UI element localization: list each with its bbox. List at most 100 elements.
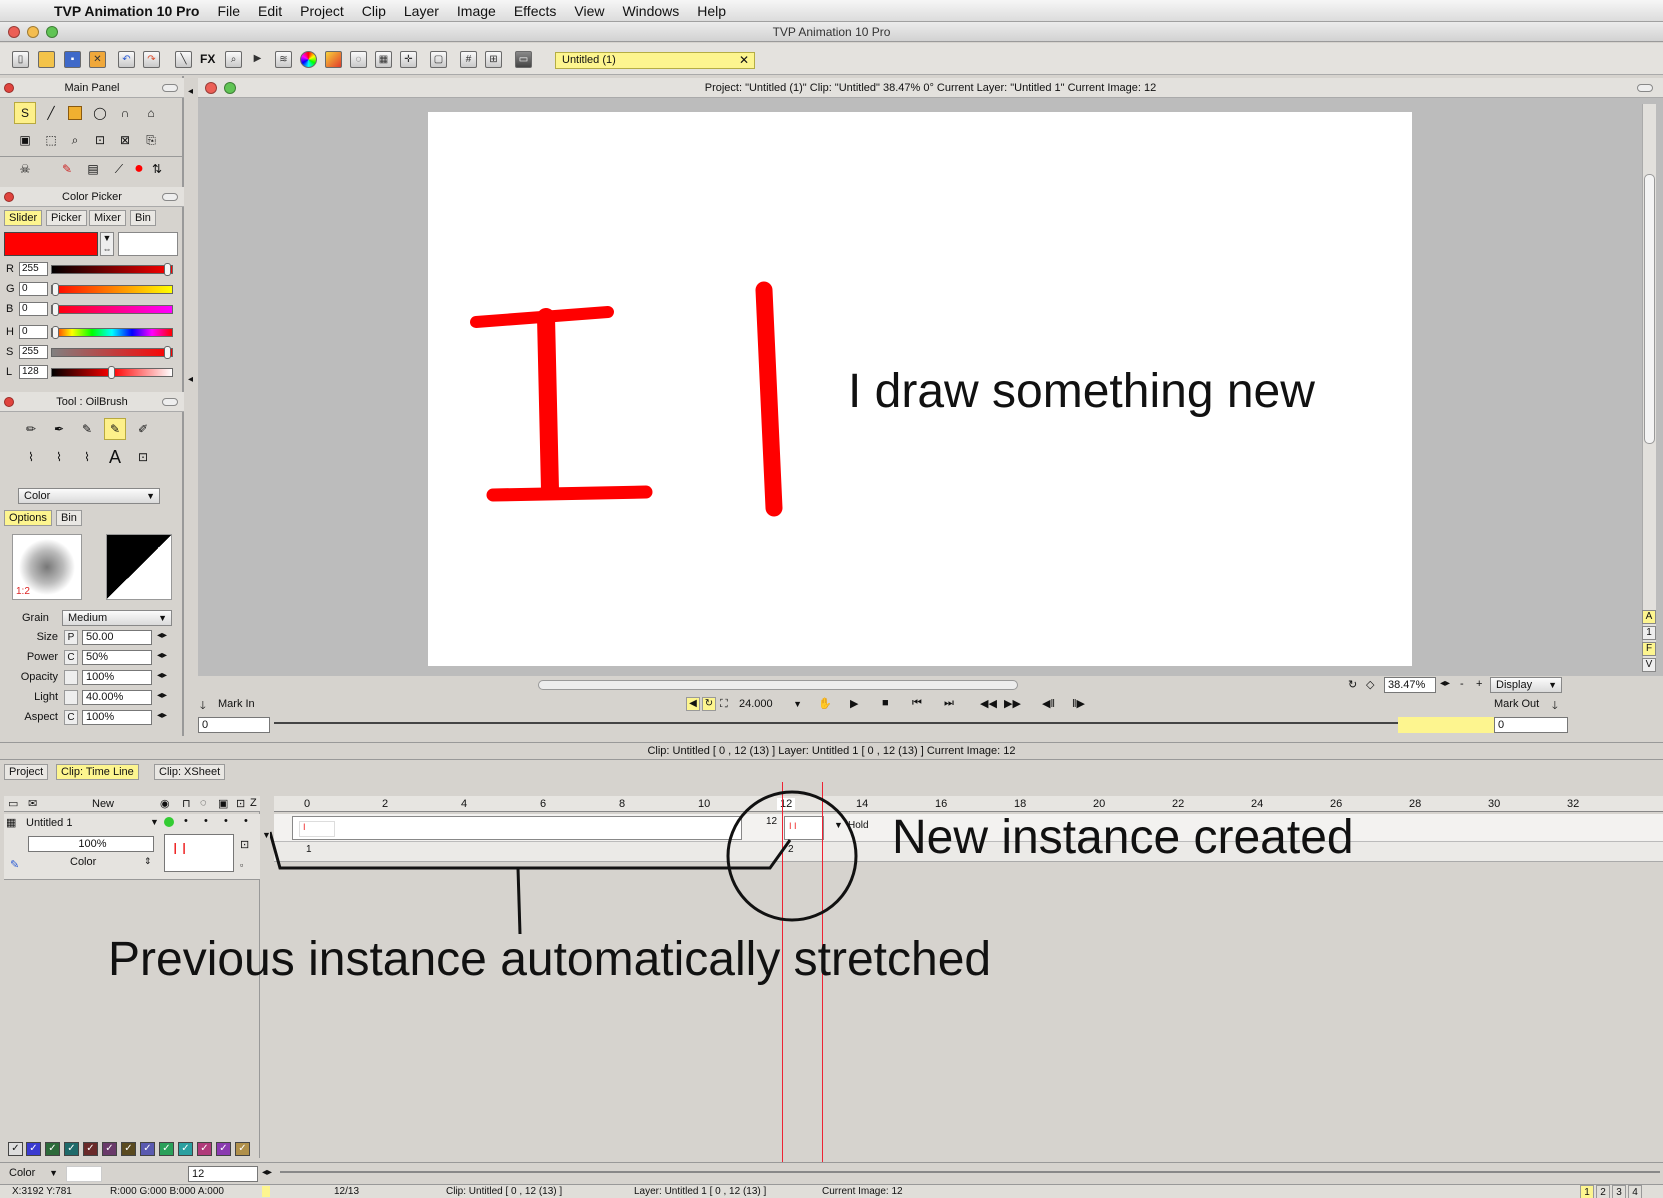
- crop-tool-icon[interactable]: ⊡: [89, 129, 111, 151]
- ellipse-tool-icon[interactable]: ◯: [89, 102, 111, 124]
- close-project-icon[interactable]: ✕: [89, 51, 106, 68]
- save-icon[interactable]: ▪: [64, 51, 81, 68]
- panel-close-button[interactable]: [4, 397, 14, 407]
- side-button-a[interactable]: A: [1642, 610, 1656, 624]
- layer-thumbnail[interactable]: I I: [164, 834, 234, 872]
- tab-timeline[interactable]: Clip: Time Line: [56, 764, 139, 780]
- tab-bin[interactable]: Bin: [56, 510, 82, 526]
- layer-name[interactable]: Untitled 1: [26, 817, 72, 829]
- prop-value-field[interactable]: 50.00: [82, 630, 152, 645]
- page-3-button[interactable]: 3: [1612, 1185, 1626, 1198]
- layer-option-dot[interactable]: •: [184, 815, 188, 827]
- panel-close-button[interactable]: [4, 83, 14, 93]
- fit-view-icon[interactable]: ◇: [1366, 678, 1374, 691]
- layer-opacity-field[interactable]: 100%: [28, 836, 154, 852]
- special-brush-icon[interactable]: ⌇: [76, 446, 98, 468]
- layer-mode[interactable]: Color: [70, 856, 96, 868]
- mark-in-label[interactable]: Mark In: [218, 698, 255, 710]
- hand-icon[interactable]: ✋: [818, 697, 832, 710]
- mark-out-label[interactable]: Mark Out: [1494, 698, 1539, 710]
- mail-icon[interactable]: ✉: [28, 797, 37, 810]
- oilbrush-icon[interactable]: ✎: [104, 418, 126, 440]
- stepper-arrows-icon[interactable]: ◂▸: [157, 690, 167, 701]
- loop-icon[interactable]: ↻: [702, 697, 716, 711]
- stencil-icon[interactable]: ▤: [82, 158, 104, 180]
- tab-options[interactable]: Options: [4, 510, 52, 526]
- slider-knob[interactable]: [52, 326, 59, 339]
- color-swatch[interactable]: ✓: [235, 1142, 250, 1156]
- brush-tools-icon[interactable]: ╲: [175, 51, 192, 68]
- transform-tool-icon[interactable]: ⊠: [114, 129, 136, 151]
- color-swatch[interactable]: ✓: [121, 1142, 136, 1156]
- selection-rect-icon[interactable]: ▣: [14, 129, 36, 151]
- slider-knob[interactable]: [52, 283, 59, 296]
- water-brush-icon[interactable]: ⌇: [48, 446, 70, 468]
- brush-preview[interactable]: 1:2: [12, 534, 82, 600]
- slider-track[interactable]: [51, 303, 173, 316]
- side-button-1[interactable]: 1: [1642, 626, 1656, 640]
- prop-mode-button[interactable]: [64, 670, 78, 685]
- slider-knob[interactable]: [164, 346, 171, 359]
- folder-icon[interactable]: ▭: [8, 797, 18, 810]
- zoom-in-icon[interactable]: +: [1476, 678, 1482, 690]
- mark-in-field[interactable]: 0: [198, 717, 270, 733]
- color-wheel-icon[interactable]: [300, 51, 317, 68]
- eye-icon[interactable]: ◉: [160, 797, 170, 810]
- new-document-icon[interactable]: ▯: [12, 51, 29, 68]
- slider-track[interactable]: [51, 366, 173, 379]
- camera-icon[interactable]: ⊡: [240, 838, 249, 851]
- canvas-zoom-button[interactable]: [224, 82, 236, 94]
- secondary-color-swatch[interactable]: [118, 232, 178, 256]
- window-zoom-button[interactable]: [46, 26, 58, 38]
- play-button-icon[interactable]: ▶: [850, 697, 858, 710]
- slider-track[interactable]: [51, 263, 173, 276]
- panel-collapse-button[interactable]: [162, 193, 178, 201]
- primary-color-swatch[interactable]: [4, 232, 98, 256]
- current-frame-field[interactable]: 12: [188, 1166, 258, 1182]
- panel-collapse-button[interactable]: [162, 84, 178, 92]
- project-tab[interactable]: Untitled (1) ✕: [555, 52, 755, 69]
- menu-help[interactable]: Help: [697, 3, 726, 19]
- menu-edit[interactable]: Edit: [258, 3, 282, 19]
- light-table-icon[interactable]: ◌: [200, 797, 207, 809]
- menu-file[interactable]: File: [217, 3, 240, 19]
- side-button-v[interactable]: V: [1642, 658, 1656, 672]
- stepper-arrows-icon[interactable]: ◂▸: [157, 650, 167, 661]
- selection-shape-icon[interactable]: ⬚: [40, 129, 62, 151]
- rotate-icon[interactable]: ↻: [1348, 678, 1357, 691]
- collapse-left-icon[interactable]: ◂: [188, 86, 193, 97]
- slider-track[interactable]: [51, 283, 173, 296]
- light-bulb-icon[interactable]: ◌: [350, 51, 367, 68]
- grid-icon[interactable]: #: [460, 51, 477, 68]
- sound-icon[interactable]: ◀: [686, 697, 700, 711]
- color-swatch[interactable]: ✓: [216, 1142, 231, 1156]
- safe-area-icon[interactable]: ▢: [430, 51, 447, 68]
- bezier-tool-icon[interactable]: ∩: [114, 102, 136, 124]
- mark-out-field[interactable]: 0: [1494, 717, 1568, 733]
- menu-clip[interactable]: Clip: [362, 3, 386, 19]
- last-frame-icon[interactable]: ⏭: [944, 697, 954, 710]
- next-frame-icon[interactable]: ▶▶: [1004, 697, 1021, 710]
- prop-value-field[interactable]: 100%: [82, 710, 152, 725]
- menu-layer[interactable]: Layer: [404, 3, 439, 19]
- slider-knob[interactable]: [52, 303, 59, 316]
- fx-button[interactable]: FX: [200, 52, 215, 66]
- frame-slider-handle[interactable]: [1398, 717, 1494, 733]
- stepper-arrows-icon[interactable]: ◂▸: [157, 710, 167, 721]
- slider-value-field[interactable]: 255: [19, 345, 48, 359]
- grain-dropdown[interactable]: Medium ▼: [62, 610, 172, 626]
- tab-picker[interactable]: Picker: [46, 210, 87, 226]
- tab-slider[interactable]: Slider: [4, 210, 43, 226]
- window-close-button[interactable]: [8, 26, 20, 38]
- expand-icon[interactable]: ▫: [240, 860, 243, 870]
- monitor-icon[interactable]: ▭: [515, 51, 532, 68]
- prev-frame-icon[interactable]: ◀◀: [980, 697, 997, 710]
- warp-tool-icon[interactable]: ⊡: [132, 446, 154, 468]
- prop-value-field[interactable]: 50%: [82, 650, 152, 665]
- close-tab-icon[interactable]: ✕: [739, 53, 749, 68]
- prop-value-field[interactable]: 40.00%: [82, 690, 152, 705]
- rectangle-tool-icon[interactable]: [64, 102, 86, 124]
- slider-track[interactable]: [51, 346, 173, 359]
- menu-project[interactable]: Project: [300, 3, 344, 19]
- menu-view[interactable]: View: [574, 3, 604, 19]
